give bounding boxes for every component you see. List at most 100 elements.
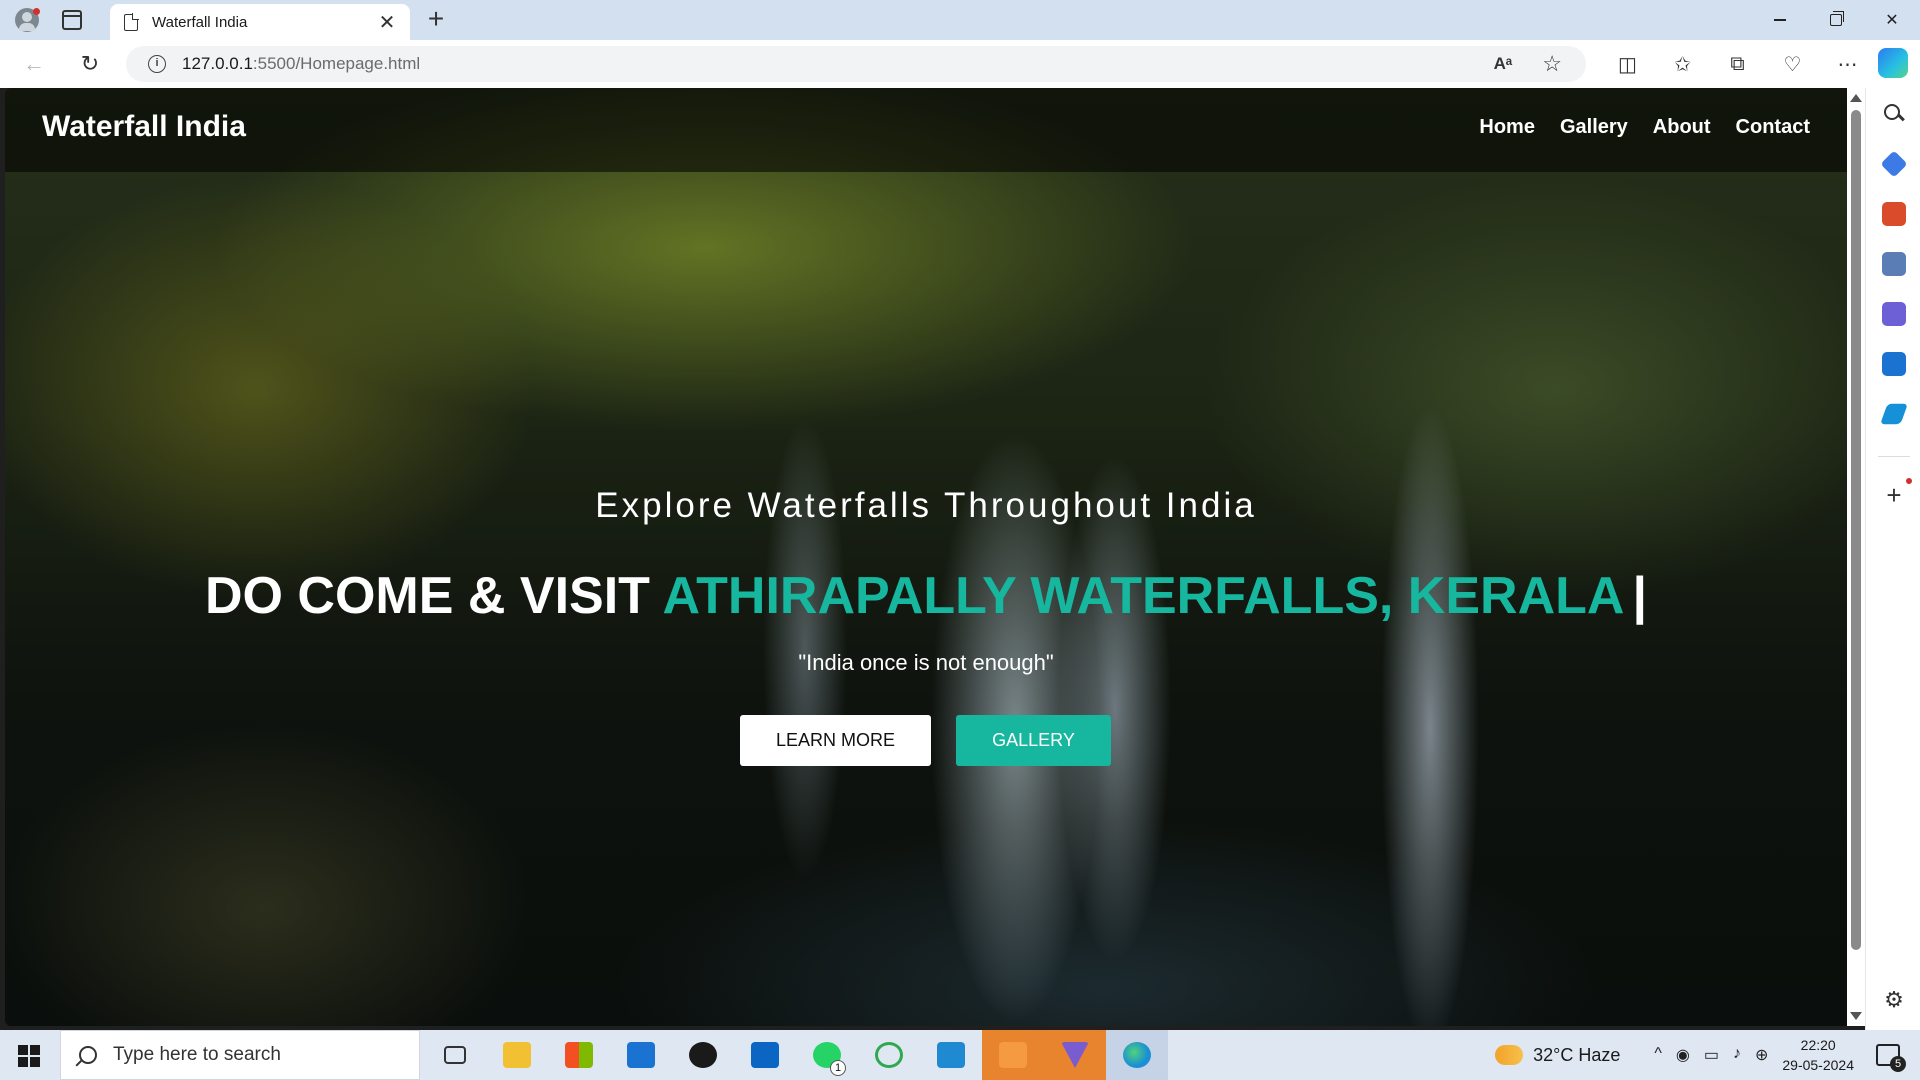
sidebar-settings-icon[interactable]: ⚙ [1882,988,1906,1012]
tab-actions-icon[interactable] [62,10,82,30]
sublime-button[interactable] [982,1030,1044,1080]
loading-app-button[interactable] [858,1030,920,1080]
haze-weather-icon[interactable] [1495,1045,1524,1065]
learn-more-button[interactable]: LEARN MORE [740,715,931,766]
browser-essentials-icon[interactable]: ♡ [1765,46,1820,82]
scroll-down-arrow[interactable] [1850,1012,1862,1020]
battery-icon[interactable]: ▭ [1704,1045,1719,1065]
split-screen-icon[interactable]: ◫ [1600,46,1655,82]
taskbar-search-box[interactable]: Type here to search [60,1030,420,1080]
sidebar-outlook-icon[interactable] [1882,352,1906,376]
sidebar-divider [1878,456,1910,457]
task-view-icon [444,1046,466,1064]
refresh-circle-icon [875,1042,903,1068]
tab-title: Waterfall India [152,13,248,31]
page-scrollbar[interactable] [1847,88,1865,1026]
mail-button[interactable] [610,1030,672,1080]
tray-icons: ^ ◉ ▭ ♪ ⊕ [1654,1045,1768,1065]
minimize-icon [1774,19,1786,21]
collections-icon[interactable]: ⧉ [1710,46,1765,82]
hero-quote: "India once is not enough" [798,650,1054,675]
edge-sidebar: + ⚙ [1865,88,1920,1030]
linkedin-icon [751,1042,779,1068]
whatsapp-badge: 1 [830,1060,846,1076]
back-button[interactable]: ← [20,50,48,78]
taskbar-apps: 1 [424,1030,1168,1080]
file-explorer-button[interactable] [486,1030,548,1080]
network-globe-icon[interactable]: ⊕ [1755,1045,1768,1065]
mail-icon [627,1042,655,1068]
edge-icon [1123,1042,1151,1068]
page-icon [124,12,139,31]
profile-button[interactable] [12,6,42,34]
microsoft-store-button[interactable] [548,1030,610,1080]
minimize-button[interactable] [1752,0,1808,40]
show-hidden-icons-icon[interactable]: ^ [1654,1045,1662,1065]
triangle-app-icon [1061,1042,1089,1068]
scrollbar-thumb[interactable] [1851,110,1861,950]
sidebar-add-notification-dot [1906,478,1912,484]
sidebar-search-icon[interactable] [1882,102,1906,126]
sublime-icon [999,1042,1027,1068]
gallery-button[interactable]: GALLERY [956,715,1111,766]
reload-button[interactable]: ↻ [76,50,104,78]
vscode-icon [937,1042,965,1068]
sidebar-drop-icon[interactable] [1880,403,1908,425]
notification-count: 5 [1890,1056,1906,1072]
linkedin-button[interactable] [734,1030,796,1080]
page-viewport: Waterfall India Home Gallery About Conta… [5,88,1847,1026]
taskbar-search-placeholder: Type here to search [113,1044,281,1065]
edge-button[interactable] [1106,1030,1168,1080]
hero-headline: DO COME & VISIT ATHIRAPALLY WATERFALLS, … [5,566,1847,626]
favorites-icon[interactable]: ✩ [1655,46,1710,82]
typing-cursor: | [1632,567,1647,625]
github-button[interactable] [672,1030,734,1080]
site-info-icon[interactable]: i [148,55,166,73]
headline-white-text: DO COME & VISIT [204,567,650,625]
sidebar-shopping-icon[interactable] [1880,150,1908,178]
url-text: 127.0.0.1:5500/Homepage.html [182,54,420,74]
browser-tabstrip: Waterfall India ✕ + ✕ [0,0,1920,40]
toolbar-icons: ◫ ✩ ⧉ ♡ ⋯ [1600,46,1875,82]
store-icon [565,1042,593,1068]
github-icon [689,1042,717,1068]
notification-center-icon[interactable]: 5 [1876,1044,1906,1072]
sidebar-tools-icon[interactable] [1882,202,1906,226]
read-aloud-icon[interactable]: Aᵃ [1494,54,1513,74]
more-options-icon[interactable]: ⋯ [1820,46,1875,82]
restore-button[interactable] [1808,0,1864,40]
headline-accent-text: ATHIRAPALLY WATERFALLS, KERALA [662,567,1625,625]
clock-date: 29-05-2024 [1782,1057,1854,1073]
weather-text[interactable]: 32°C Haze [1533,1045,1620,1066]
new-tab-button[interactable]: + [422,5,450,34]
add-favorite-icon[interactable]: ☆ [1542,51,1562,77]
whatsapp-button[interactable]: 1 [796,1030,858,1080]
folder-icon [503,1042,531,1068]
sidebar-m365-icon[interactable] [1882,302,1906,326]
vscode-button[interactable] [920,1030,982,1080]
taskbar-clock[interactable]: 22:20 29-05-2024 [1782,1035,1854,1075]
copilot-icon[interactable] [1878,48,1908,78]
hero-section: Explore Waterfalls Throughout India DO C… [5,88,1847,1026]
hero-kicker: Explore Waterfalls Throughout India [595,486,1257,525]
profile-notification-dot [33,8,40,15]
browser-tab-active[interactable]: Waterfall India ✕ [110,4,410,40]
close-window-button[interactable]: ✕ [1864,0,1920,40]
sidebar-add-icon[interactable]: + [1882,482,1906,508]
sidebar-games-icon[interactable] [1882,252,1906,276]
start-button[interactable] [18,1045,40,1067]
tab-close-icon[interactable]: ✕ [372,10,402,35]
browser-toolbar: ← ↻ i 127.0.0.1:5500/Homepage.html Aᵃ ☆ … [0,40,1920,88]
system-tray: 32°C Haze ^ ◉ ▭ ♪ ⊕ 22:20 29-05-2024 5 [1495,1030,1920,1080]
scroll-up-arrow[interactable] [1850,94,1862,102]
address-bar-actions: Aᵃ ☆ [1494,51,1562,77]
search-icon [79,1046,97,1064]
arrow-app-button[interactable] [1044,1030,1106,1080]
task-view-button[interactable] [424,1030,486,1080]
restore-icon [1830,11,1844,26]
meet-icon[interactable]: ◉ [1676,1045,1690,1065]
address-bar[interactable]: i 127.0.0.1:5500/Homepage.html Aᵃ ☆ [126,46,1586,82]
clock-time: 22:20 [1800,1037,1836,1053]
volume-icon[interactable]: ♪ [1733,1045,1741,1065]
url-path: :5500/Homepage.html [252,54,421,73]
